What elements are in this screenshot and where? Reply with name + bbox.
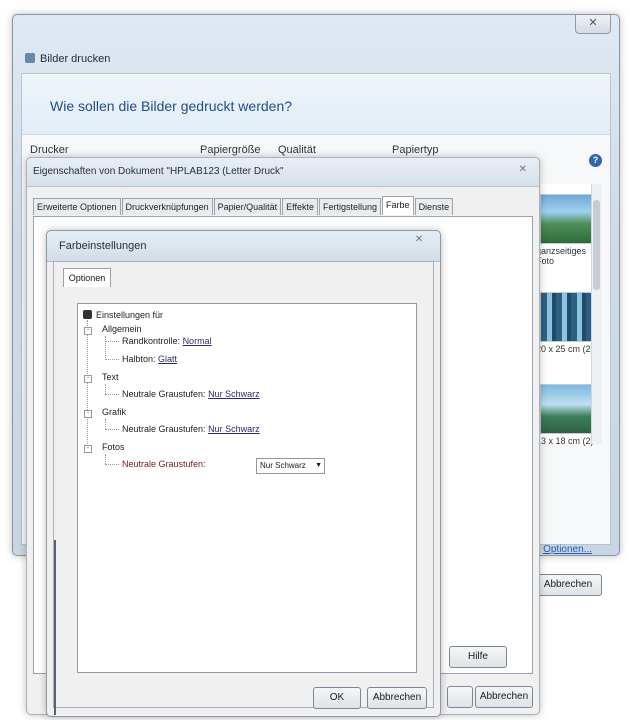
tree-line — [105, 429, 119, 430]
help-button[interactable]: Hilfe — [449, 646, 507, 668]
chevron-down-icon: ▼ — [315, 462, 322, 469]
tree-line — [105, 394, 119, 395]
tree-line — [105, 454, 106, 464]
scroll-thumb[interactable] — [593, 200, 600, 290]
ok-button[interactable]: OK — [313, 687, 361, 709]
collapse-icon[interactable]: - — [84, 445, 92, 453]
printer-icon — [25, 53, 35, 63]
tree-group-photos[interactable]: Fotos — [102, 442, 125, 452]
tree-line — [105, 464, 119, 465]
tree-item-graphics-gray[interactable]: Neutrale Graustufen: Nur Schwarz — [122, 424, 260, 434]
tree-group-general[interactable]: Allgemein — [102, 324, 142, 334]
header-banner: Wie sollen die Bilder gedruckt werden? — [22, 74, 610, 135]
window-title-text: Bilder drucken — [40, 53, 111, 65]
window-edge — [54, 540, 56, 715]
tree-line — [105, 359, 119, 360]
title-bar: Eigenschaften von Dokument "HPLAB123 (Le… — [27, 158, 539, 187]
title-bar: Farbeinstellungen ✕ — [47, 231, 440, 262]
cancel-button[interactable]: Abbrechen — [475, 686, 533, 708]
help-icon[interactable]: ? — [589, 154, 602, 167]
cancel-button[interactable]: Abbrechen — [534, 574, 602, 596]
window-title: Eigenschaften von Dokument "HPLAB123 (Le… — [33, 166, 284, 177]
thumbnails-scrollbar[interactable] — [591, 184, 602, 444]
item-label: Neutrale Graustufen: — [122, 389, 206, 399]
layout-thumb-20x25[interactable] — [540, 292, 594, 342]
tree-item-edge-control[interactable]: Randkontrolle: Normal — [122, 336, 212, 346]
tab-shortcuts[interactable]: Druckverknüpfungen — [121, 198, 213, 215]
item-label: Neutrale Graustufen: — [122, 424, 206, 434]
item-value[interactable]: Glatt — [158, 354, 177, 364]
paper-size-label: Papiergröße — [200, 144, 261, 156]
tree-line — [105, 341, 119, 342]
close-icon: ✕ — [588, 17, 598, 29]
tree-line — [87, 320, 88, 448]
tab-effects[interactable]: Effekte — [282, 198, 319, 215]
item-value[interactable]: Normal — [183, 336, 212, 346]
item-value[interactable]: Nur Schwarz — [208, 424, 260, 434]
tree-line — [105, 336, 106, 360]
item-label: Randkontrolle: — [122, 336, 181, 346]
settings-icon — [83, 310, 92, 319]
color-settings-dialog: Farbeinstellungen ✕ Optionen Einstellung… — [46, 230, 441, 717]
tree-group-text[interactable]: Text — [102, 372, 119, 382]
options-link[interactable]: Optionen... — [543, 544, 592, 555]
close-icon[interactable]: ✕ — [410, 234, 428, 246]
layout-thumb-13x18[interactable] — [540, 384, 594, 434]
tab-paper-quality[interactable]: Papier/Qualität — [213, 198, 282, 215]
settings-tree: Einstellungen für - Allgemein Randkontro… — [77, 303, 417, 673]
page-heading: Wie sollen die Bilder gedruckt werden? — [50, 98, 293, 114]
item-label: Halbton: — [122, 354, 156, 364]
select-value: Nur Schwarz — [260, 461, 306, 470]
window-title: Bilder drucken — [25, 53, 110, 65]
close-button[interactable]: ✕ — [575, 15, 611, 34]
tree-line — [105, 419, 106, 429]
tree-group-graphics[interactable]: Grafik — [102, 407, 126, 417]
tab-services[interactable]: Dienste — [414, 198, 454, 215]
layout-caption: 20 x 25 cm (2) — [536, 344, 594, 354]
tree-line — [105, 384, 106, 394]
tree-item-photos-gray[interactable]: Neutrale Graustufen: — [122, 459, 206, 469]
collapse-icon[interactable]: - — [84, 327, 92, 335]
layout-caption: 13 x 18 cm (2) — [536, 436, 594, 446]
tab-options[interactable]: Optionen — [63, 268, 111, 287]
collapse-icon[interactable]: - — [84, 375, 92, 383]
tab-strip: Erweiterte Optionen Druckverknüpfungen Pap… — [33, 196, 454, 216]
printer-label: Drucker — [30, 144, 69, 156]
quality-label: Qualität — [278, 144, 316, 156]
item-value[interactable]: Nur Schwarz — [208, 389, 260, 399]
layout-thumb-fullpage[interactable] — [540, 194, 594, 244]
tab-finishing[interactable]: Fertigstellung — [319, 198, 382, 215]
dialog-title: Farbeinstellungen — [59, 240, 147, 252]
paper-type-label: Papiertyp — [392, 144, 439, 156]
close-icon[interactable]: ✕ — [519, 164, 527, 175]
tab-color[interactable]: Farbe — [382, 196, 414, 215]
cancel-button[interactable]: Abbrechen — [367, 687, 427, 709]
tab-advanced[interactable]: Erweiterte Optionen — [33, 198, 121, 215]
layout-thumbnails: ganzseitiges Foto 20 x 25 cm (2) 13 x 18… — [531, 184, 602, 446]
ok-button[interactable] — [447, 686, 473, 708]
tree-item-text-gray[interactable]: Neutrale Graustufen: Nur Schwarz — [122, 389, 260, 399]
gray-levels-select[interactable]: Nur Schwarz ▼ — [256, 458, 325, 474]
tree-item-halftone[interactable]: Halbton: Glatt — [122, 354, 177, 364]
tree-root: Einstellungen für — [96, 310, 164, 320]
collapse-icon[interactable]: - — [84, 410, 92, 418]
